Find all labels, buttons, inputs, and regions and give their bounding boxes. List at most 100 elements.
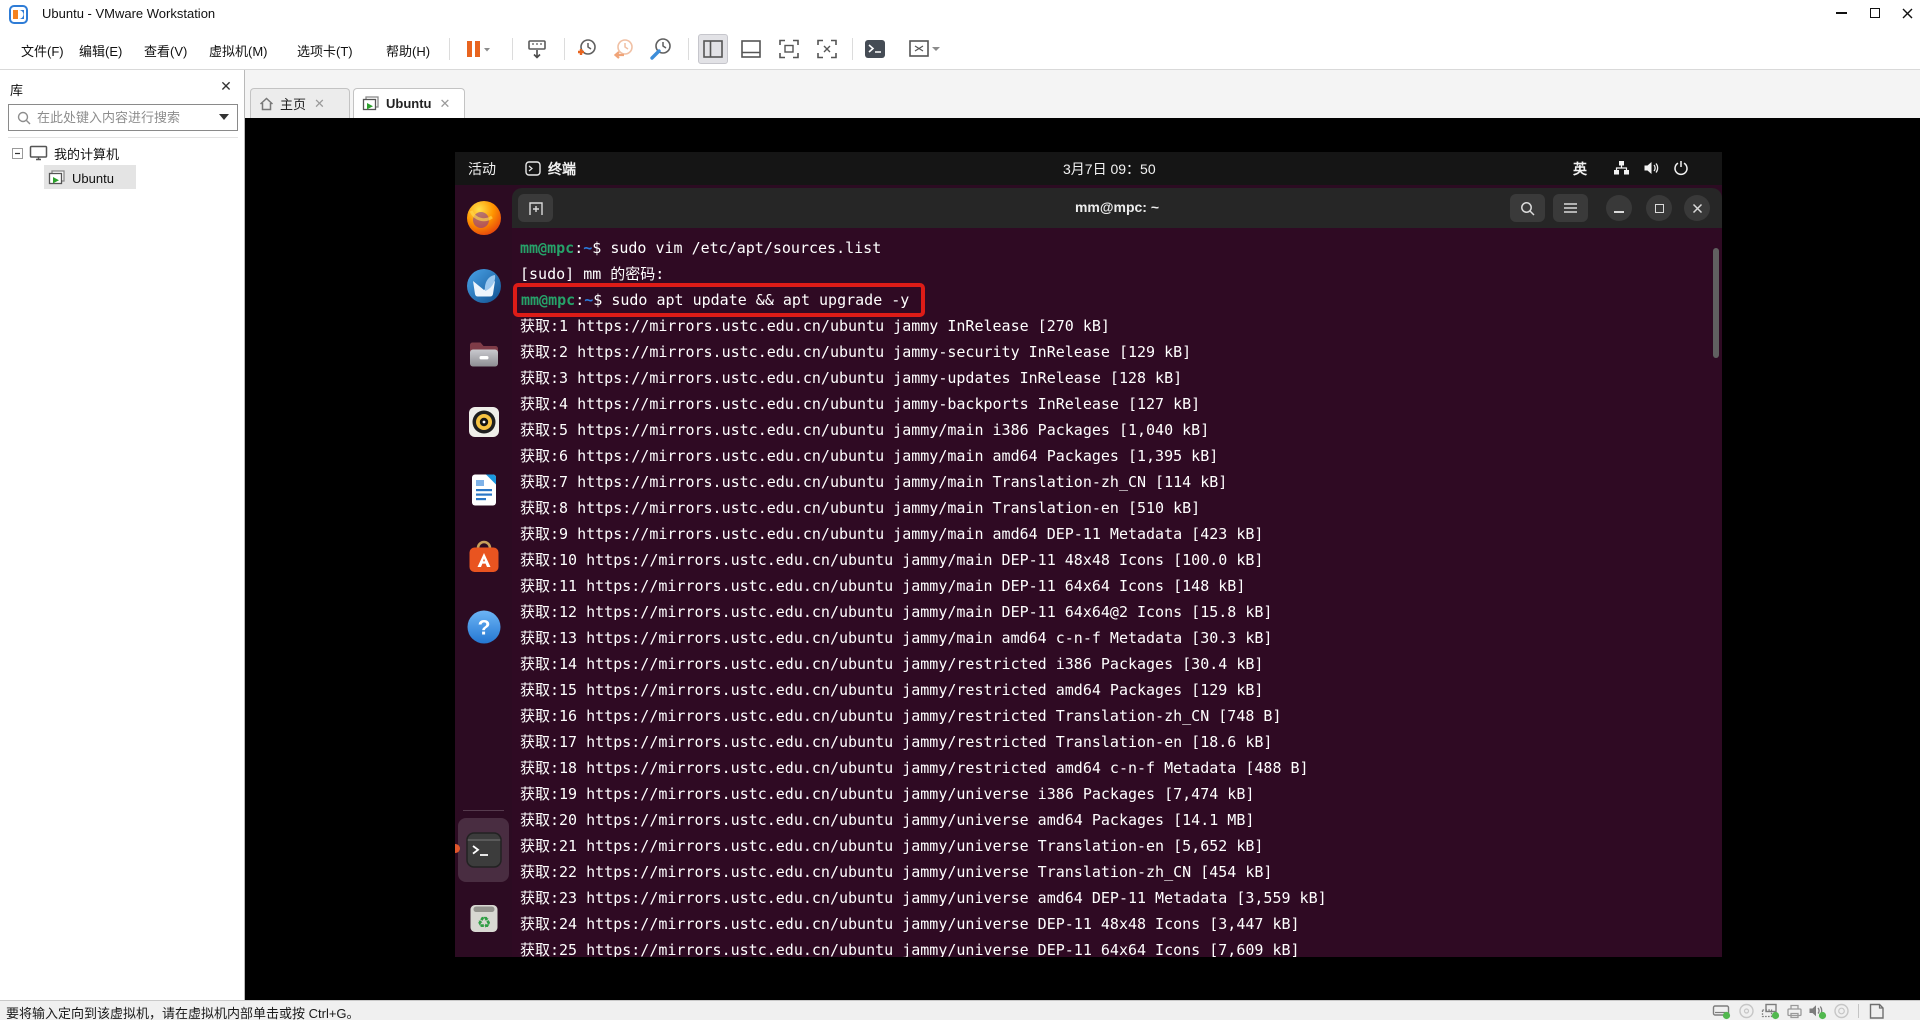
menu-tabs[interactable]: 选项卡(T) (291, 38, 359, 63)
dock-separator (463, 810, 504, 811)
firefox-icon[interactable] (464, 198, 504, 238)
home-icon (259, 96, 274, 110)
stretch-guest-button[interactable] (902, 34, 946, 64)
vmware-logo-icon (9, 5, 28, 24)
terminal-output-line: 获取:9 https://mirrors.ustc.edu.cn/ubuntu … (520, 525, 1264, 543)
trash-icon[interactable]: ♻ (464, 898, 504, 938)
terminal-minimize-button[interactable] (1606, 195, 1632, 221)
network-icon[interactable] (1613, 160, 1630, 176)
search-dropdown-icon[interactable] (219, 114, 229, 121)
input-method-indicator[interactable]: 英 (1573, 159, 1587, 179)
terminal-output-line: 获取:5 https://mirrors.ustc.edu.cn/ubuntu … (520, 421, 1210, 439)
terminal-output-line: 获取:15 https://mirrors.ustc.edu.cn/ubuntu… (520, 681, 1264, 699)
clock-label[interactable]: 3月7日 09：50 (1063, 159, 1156, 179)
terminal-app-icon (525, 161, 541, 176)
tree-item-my-computer[interactable]: 我的计算机 (12, 142, 119, 164)
volume-icon[interactable] (1643, 160, 1660, 176)
terminal-output-line: 获取:17 https://mirrors.ustc.edu.cn/ubuntu… (520, 733, 1273, 751)
library-search-box (8, 104, 238, 131)
terminal-output-line: 获取:8 https://mirrors.ustc.edu.cn/ubuntu … (520, 499, 1201, 517)
show-library-button[interactable] (698, 34, 728, 64)
maximize-button[interactable] (1858, 0, 1892, 26)
tab-close-icon[interactable]: ✕ (312, 96, 327, 112)
terminal-scrollbar-thumb[interactable] (1713, 248, 1719, 358)
terminal-output-line: 获取:23 https://mirrors.ustc.edu.cn/ubuntu… (520, 889, 1327, 907)
tab-ubuntu[interactable]: Ubuntu ✕ (353, 88, 465, 118)
printer-icon[interactable] (1786, 1003, 1803, 1020)
terminal-output-line: 获取:2 https://mirrors.ustc.edu.cn/ubuntu … (520, 343, 1192, 361)
vm-icon (362, 95, 379, 110)
send-ctrl-alt-del-button[interactable] (522, 34, 552, 64)
vm-icon (48, 170, 65, 185)
activities-button[interactable]: 活动 (468, 159, 496, 179)
take-snapshot-button[interactable] (572, 34, 602, 64)
console-view-button[interactable] (860, 34, 890, 64)
library-close-icon[interactable]: ✕ (216, 76, 236, 96)
thunderbird-icon[interactable] (464, 266, 504, 306)
menu-vm[interactable]: 虚拟机(M) (203, 38, 274, 63)
tab-strip: 主页 ✕ Ubuntu ✕ (245, 70, 1920, 118)
red-highlight-annotation: mm@mpc:~$ sudo apt update && apt upgrade… (513, 283, 926, 317)
close-button[interactable] (1890, 0, 1920, 26)
terminal-output-line: 获取:14 https://mirrors.ustc.edu.cn/ubuntu… (520, 655, 1264, 673)
tree-item-ubuntu[interactable]: Ubuntu (48, 167, 114, 189)
revert-snapshot-button[interactable] (609, 34, 639, 64)
rhythmbox-icon[interactable] (464, 402, 504, 442)
terminal-search-button[interactable] (1510, 194, 1545, 222)
terminal-output-line: 获取:10 https://mirrors.ustc.edu.cn/ubuntu… (520, 551, 1264, 569)
library-title: 库 (10, 83, 24, 98)
terminal-output-line: 获取:11 https://mirrors.ustc.edu.cn/ubuntu… (520, 577, 1246, 595)
terminal-dock-icon[interactable] (464, 830, 504, 870)
ubuntu-software-icon[interactable] (464, 538, 504, 578)
terminal-output-line: 获取:3 https://mirrors.ustc.edu.cn/ubuntu … (520, 369, 1183, 387)
help-icon[interactable]: ? (464, 607, 504, 647)
manage-snapshots-button[interactable] (646, 34, 676, 64)
power-icon[interactable] (1673, 160, 1689, 176)
sound-icon[interactable] (1808, 1003, 1828, 1020)
ubuntu-dock: ? ♻ (455, 185, 512, 957)
cd-rom-icon[interactable] (1738, 1003, 1755, 1020)
status-message: 要将输入定向到该虚拟机，请在虚拟机内部单击或按 Ctrl+G。 (6, 1006, 360, 1020)
computer-icon (29, 145, 48, 161)
library-search-input[interactable] (37, 110, 219, 125)
terminal-output-line: 获取:19 https://mirrors.ustc.edu.cn/ubuntu… (520, 785, 1255, 803)
terminal-output-line: 获取:25 https://mirrors.ustc.edu.cn/ubuntu… (520, 941, 1300, 957)
terminal-output-line: 获取:16 https://mirrors.ustc.edu.cn/ubuntu… (520, 707, 1282, 725)
network-adapter-icon[interactable] (1761, 1003, 1781, 1020)
search-icon (1521, 201, 1535, 216)
window-title: Ubuntu - VMware Workstation (42, 6, 216, 21)
menu-help[interactable]: 帮助(H) (380, 38, 436, 63)
terminal-menu-button[interactable] (1553, 194, 1588, 222)
libreoffice-writer-icon[interactable] (464, 470, 504, 510)
collapse-icon[interactable] (12, 147, 23, 159)
message-log-icon[interactable] (1868, 1003, 1885, 1020)
terminal-close-button[interactable] (1684, 195, 1710, 221)
tab-close-icon[interactable]: ✕ (437, 96, 452, 112)
terminal-maximize-button[interactable] (1646, 195, 1672, 221)
terminal-output-line: 获取:21 https://mirrors.ustc.edu.cn/ubuntu… (520, 837, 1264, 855)
focused-app-name[interactable]: 终端 (548, 159, 576, 179)
hard-disk-icon[interactable] (1712, 1003, 1732, 1020)
menu-view[interactable]: 查看(V) (138, 38, 193, 63)
show-thumbnail-bar-button[interactable] (736, 34, 766, 64)
pause-button[interactable] (458, 34, 498, 64)
menu-file[interactable]: 文件(F) (15, 38, 70, 63)
fullscreen-button[interactable] (774, 34, 804, 64)
terminal-output[interactable]: mm@mpc:~$ sudo vim /etc/apt/sources.list… (512, 228, 1722, 957)
terminal-output-line: 获取:24 https://mirrors.ustc.edu.cn/ubuntu… (520, 915, 1300, 933)
ubuntu-screen: 活动 终端 3月7日 09：50 英 ? ♻ mm@mpc: ~ mm@mpc:… (455, 152, 1722, 957)
minimize-button[interactable] (1824, 0, 1858, 26)
title-bar: Ubuntu - VMware Workstation (0, 0, 1920, 28)
terminal-output-line: 获取:20 https://mirrors.ustc.edu.cn/ubuntu… (520, 811, 1255, 829)
unity-button[interactable] (812, 34, 842, 64)
terminal-command-line: mm@mpc:~$ sudo vim /etc/apt/sources.list (520, 239, 882, 257)
menu-edit[interactable]: 编辑(E) (73, 38, 128, 63)
terminal-header-bar[interactable]: mm@mpc: ~ (512, 188, 1722, 228)
vmware-workstation-window: Ubuntu - VMware Workstation 文件(F) 编辑(E) 查看… (0, 0, 1920, 1020)
usb-device-icon[interactable] (1833, 1003, 1850, 1020)
files-icon[interactable] (464, 334, 504, 374)
search-icon (17, 111, 31, 124)
terminal-command-line: mm@mpc:~$ sudo apt update && apt upgrade… (513, 283, 1722, 317)
tab-home[interactable]: 主页 ✕ (250, 88, 350, 118)
terminal-output-line: 获取:22 https://mirrors.ustc.edu.cn/ubuntu… (520, 863, 1273, 881)
